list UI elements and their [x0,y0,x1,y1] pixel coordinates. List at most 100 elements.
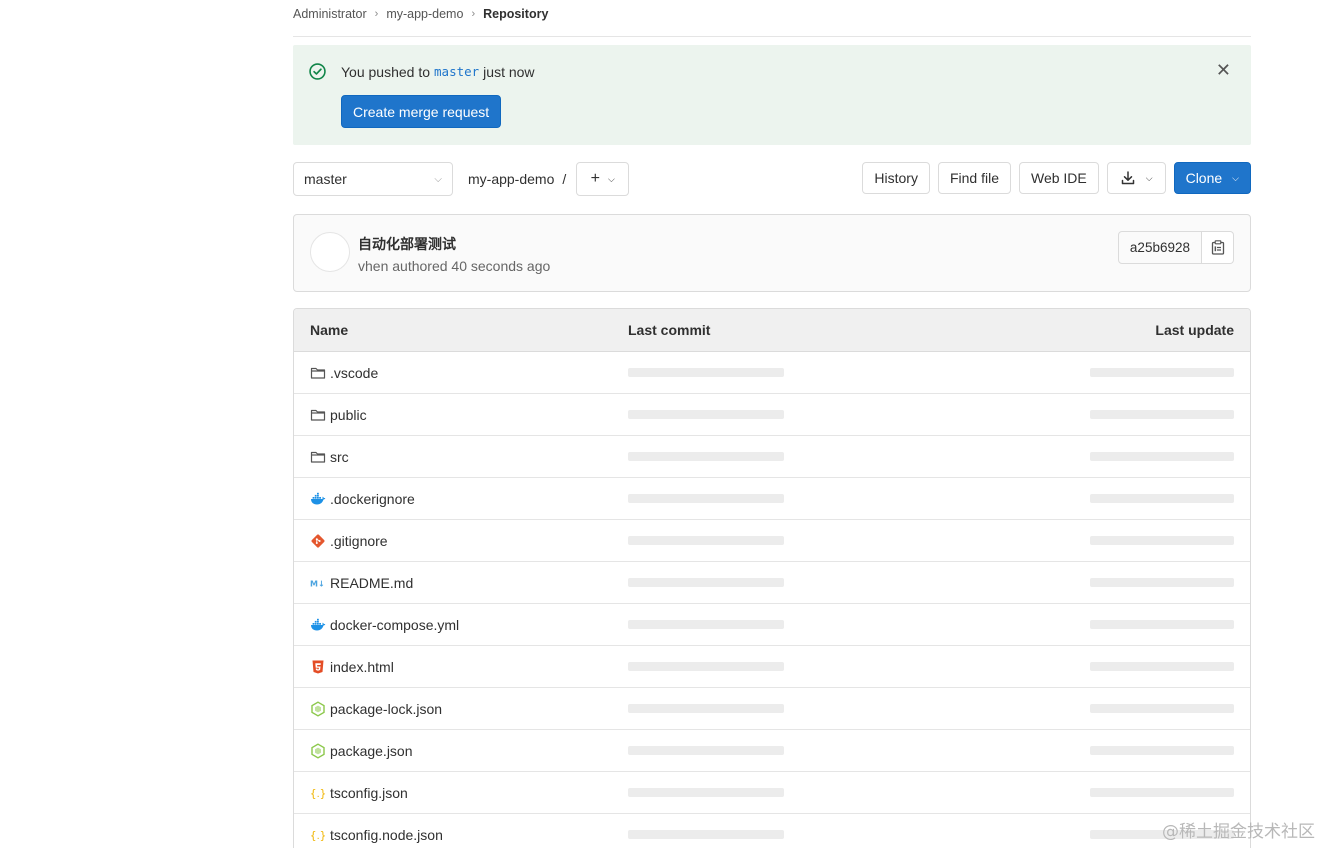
file-name-link[interactable]: .dockerignore [330,491,415,507]
folder-icon [310,365,326,381]
add-file-dropdown[interactable]: + ⌵ [576,162,630,196]
web-ide-button[interactable]: Web IDE [1018,162,1099,194]
push-alert-prefix: You pushed to [341,63,431,80]
markdown-icon: M↓ [310,575,326,591]
repository-actions: History Find file Web IDE ⌵ Clone ⌵ [862,162,1251,194]
table-row[interactable]: {.} tsconfig.node.json [294,814,1250,848]
create-merge-request-button[interactable]: Create merge request [341,95,502,128]
folder-icon [310,449,326,465]
push-alert-branch[interactable]: master [434,64,479,79]
file-name-link[interactable]: tsconfig.json [330,785,408,801]
copy-sha-button[interactable] [1202,231,1234,264]
last-commit-skeleton [628,746,784,755]
file-name-link[interactable]: tsconfig.node.json [330,827,443,843]
last-commit-skeleton [628,788,784,797]
clipboard-icon [1211,240,1224,255]
table-row[interactable]: docker-compose.yml [294,604,1250,646]
repository-toolbar: master ⌵ my-app-demo / + ⌵ History Find f… [293,162,1251,196]
last-commit-skeleton [628,704,784,713]
last-update-skeleton [1090,578,1234,587]
breadcrumb-item-administrator[interactable]: Administrator [293,7,367,21]
chevron-down-icon: ⌵ [1145,172,1153,183]
last-update-skeleton [1090,704,1234,713]
table-row[interactable]: index.html [294,646,1250,688]
commit-sha-group: a25b6928 [1117,231,1234,264]
breadcrumb-item-repository[interactable]: Repository [483,7,548,21]
watermark: @稀土掘金技术社区 [1162,822,1315,842]
file-name-link[interactable]: docker-compose.yml [330,617,459,633]
path-separator: / [562,171,567,187]
plus-icon: + [590,170,601,187]
last-commit-box: 自动化部署测试 vhen authored 40 seconds ago a25… [293,214,1251,292]
file-name-link[interactable]: package-lock.json [330,701,442,717]
file-name-link[interactable]: src [330,449,349,465]
file-name-link[interactable]: .gitignore [330,533,388,549]
download-dropdown[interactable]: ⌵ [1106,162,1166,194]
commit-sha[interactable]: a25b6928 [1117,231,1202,264]
breadcrumb-item-project[interactable]: my-app-demo [386,7,463,21]
last-commit-skeleton [628,620,784,629]
table-row[interactable]: src [294,436,1250,478]
find-file-button[interactable]: Find file [937,162,1011,194]
close-icon[interactable]: ✕ [1216,61,1231,79]
table-row[interactable]: {.} tsconfig.json [294,772,1250,814]
last-update-skeleton [1090,494,1234,503]
folder-icon [310,407,326,423]
table-row[interactable]: package-lock.json [294,688,1250,730]
push-alert-suffix: just now [483,63,535,80]
file-tree-header: Name Last commit Last update [294,309,1250,352]
json-icon: {.} [310,785,326,801]
commit-title[interactable]: 自动化部署测试 [358,234,550,254]
table-row[interactable]: public [294,394,1250,436]
history-button[interactable]: History [862,162,930,194]
table-row[interactable]: M↓ README.md [294,562,1250,604]
column-header-name: Name [310,322,349,338]
push-alert: You pushed to master just now ✕ Create m… [293,45,1251,145]
last-update-skeleton [1090,536,1234,545]
docker-icon [310,617,326,633]
last-commit-skeleton [628,830,784,839]
table-row[interactable]: package.json [294,730,1250,772]
breadcrumb: Administrator › my-app-demo › Repository [293,0,1251,37]
branch-selector[interactable]: master ⌵ [293,162,453,196]
svg-text:}: } [320,829,326,842]
last-commit-skeleton [628,536,784,545]
table-row[interactable]: .dockerignore [294,478,1250,520]
file-name-link[interactable]: package.json [330,743,413,759]
branch-selector-value: master [304,171,347,187]
download-icon [1121,171,1134,185]
last-commit-skeleton [628,452,784,461]
last-update-skeleton [1090,620,1234,629]
file-name-link[interactable]: index.html [330,659,394,675]
file-rows: .vscode public src .dockerignore .gitignore M… [294,352,1250,848]
last-commit-skeleton [628,494,784,503]
chevron-down-icon: ⌵ [434,173,442,185]
column-header-last-update: Last update [1155,322,1234,338]
commit-meta: vhen authored 40 seconds ago [358,258,551,274]
push-alert-message: You pushed to master just now [309,63,1235,80]
chevron-down-icon: ⌵ [608,173,615,184]
table-row[interactable]: .vscode [294,352,1250,394]
avatar[interactable] [310,232,350,272]
file-name-link[interactable]: .vscode [330,365,378,381]
svg-text:}: } [320,787,326,800]
nodejs-icon [310,700,326,717]
chevron-right-icon: › [374,7,379,20]
column-header-last-commit: Last commit [628,322,711,338]
last-update-skeleton [1090,746,1234,755]
path-root-link[interactable]: my-app-demo [468,171,554,187]
last-update-skeleton [1090,410,1234,419]
file-name-link[interactable]: README.md [330,575,413,591]
last-commit-skeleton [628,368,784,377]
last-update-skeleton [1090,788,1234,797]
file-tree-table: Name Last commit Last update .vscode publ… [293,308,1251,848]
clone-dropdown[interactable]: Clone ⌵ [1173,162,1251,194]
last-commit-skeleton [628,578,784,587]
repository-path: my-app-demo / [468,171,572,187]
last-commit-skeleton [628,662,784,671]
commit-info: 自动化部署测试 vhen authored 40 seconds ago [358,232,550,274]
clone-label: Clone [1185,170,1223,186]
file-name-link[interactable]: public [330,407,367,423]
last-update-skeleton [1090,368,1234,377]
table-row[interactable]: .gitignore [294,520,1250,562]
